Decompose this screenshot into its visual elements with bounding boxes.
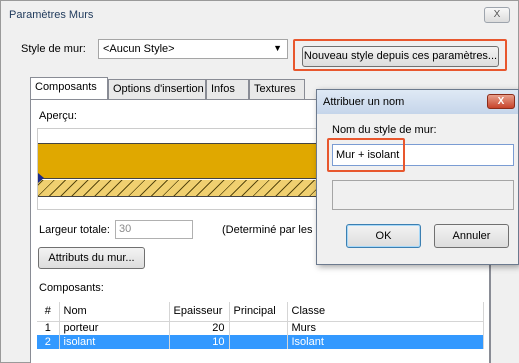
row-nom: isolant bbox=[59, 335, 170, 349]
row-principal bbox=[229, 321, 288, 335]
apercu-label: Aperçu: bbox=[39, 110, 77, 122]
attributs-button[interactable]: Attributs du mur... bbox=[38, 247, 145, 269]
name-dialog-title-bar: Attribuer un nom X bbox=[317, 90, 518, 114]
column-header-principal[interactable]: Principal bbox=[229, 302, 288, 322]
column-header-nom[interactable]: Nom bbox=[59, 302, 170, 322]
title-bar: Paramètres Murs X bbox=[1, 1, 518, 29]
name-dialog-title: Attribuer un nom bbox=[323, 96, 405, 108]
row-num: 1 bbox=[37, 321, 60, 335]
row-num: 2 bbox=[37, 335, 60, 349]
row-epaisseur: 10 bbox=[169, 335, 230, 349]
wall-direction-marker-icon bbox=[38, 173, 44, 183]
name-dialog-close-button[interactable]: X bbox=[487, 94, 515, 109]
new-style-button[interactable]: Nouveau style depuis ces paramètres... bbox=[302, 46, 499, 67]
style-dropdown[interactable]: <Aucun Style> ▼ bbox=[98, 39, 288, 59]
name-dialog: Attribuer un nom X Nom du style de mur: … bbox=[316, 89, 519, 265]
row-nom: porteur bbox=[59, 321, 170, 335]
style-label: Style de mur: bbox=[21, 43, 86, 55]
composants-label: Composants: bbox=[39, 282, 104, 294]
table-row[interactable]: 1 porteur 20 Murs bbox=[37, 321, 484, 335]
close-button[interactable]: X bbox=[484, 7, 510, 23]
style-dropdown-value: <Aucun Style> bbox=[103, 43, 175, 55]
row-classe: Murs bbox=[287, 321, 484, 335]
column-header-classe[interactable]: Classe bbox=[287, 302, 484, 322]
chevron-down-icon: ▼ bbox=[273, 43, 282, 53]
column-header-epaisseur[interactable]: Epaisseur bbox=[169, 302, 230, 322]
largeur-input[interactable]: 30 bbox=[115, 220, 193, 239]
tab-options-insertion[interactable]: Options d'insertion bbox=[108, 79, 206, 99]
table-row-selected[interactable]: 2 isolant 10 Isolant bbox=[37, 335, 484, 349]
message-area bbox=[332, 180, 514, 210]
nom-style-label: Nom du style de mur: bbox=[332, 124, 437, 136]
tab-infos[interactable]: Infos bbox=[206, 79, 249, 99]
determine-text: (Determiné par les c bbox=[222, 224, 322, 236]
column-header-num[interactable]: # bbox=[37, 302, 60, 322]
cancel-button[interactable]: Annuler bbox=[434, 224, 509, 248]
ok-button[interactable]: OK bbox=[346, 224, 421, 248]
dialog-title: Paramètres Murs bbox=[9, 9, 94, 21]
components-table: # Nom Epaisseur Principal Classe 1 porte… bbox=[37, 302, 484, 349]
row-classe: Isolant bbox=[287, 335, 484, 349]
tab-textures[interactable]: Textures bbox=[249, 79, 305, 99]
largeur-label: Largeur totale: bbox=[39, 224, 110, 236]
tab-composants[interactable]: Composants bbox=[30, 77, 108, 100]
table-header-row: # Nom Epaisseur Principal Classe bbox=[37, 302, 484, 322]
row-epaisseur: 20 bbox=[169, 321, 230, 335]
highlight-name-field bbox=[327, 138, 405, 172]
row-principal bbox=[229, 335, 288, 349]
